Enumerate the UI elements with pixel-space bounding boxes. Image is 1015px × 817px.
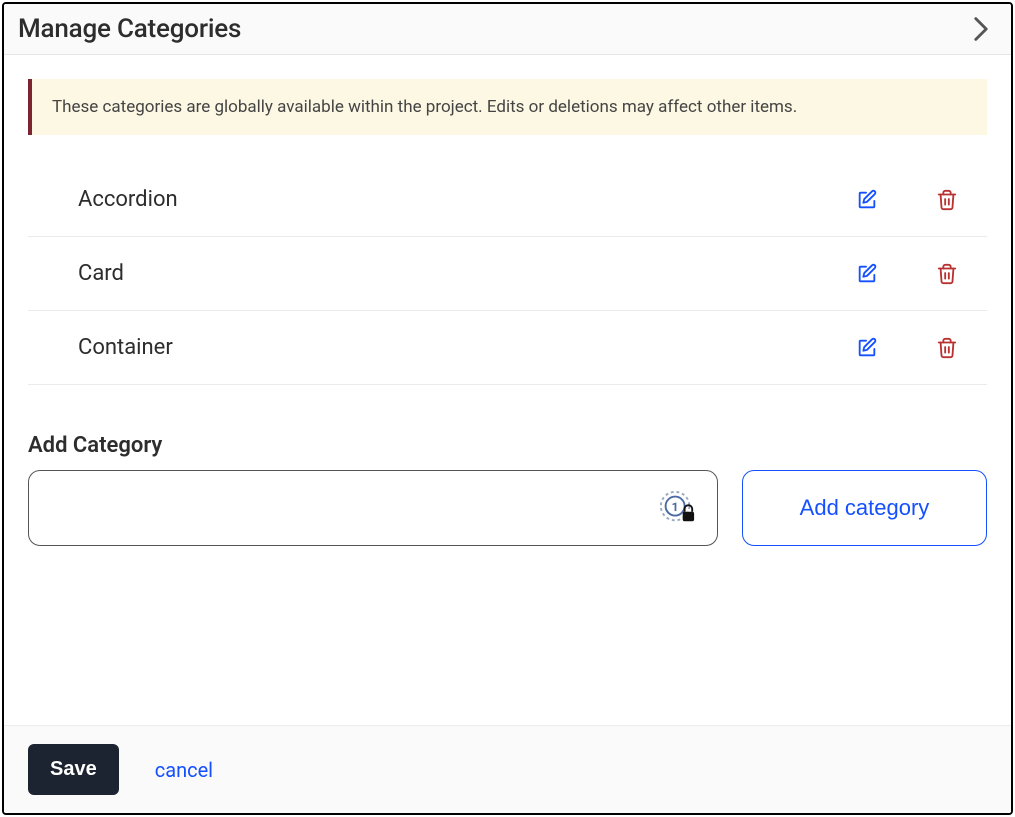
- info-alert: These categories are globally available …: [28, 79, 987, 135]
- category-list: Accordion: [28, 163, 987, 385]
- collapse-panel-button[interactable]: [967, 15, 995, 43]
- panel-title: Manage Categories: [18, 14, 241, 44]
- category-row: Card: [28, 236, 987, 310]
- category-name: Card: [28, 261, 855, 286]
- add-category-label: Add Category: [28, 433, 987, 458]
- trash-icon: [936, 337, 958, 359]
- row-actions: [855, 188, 987, 212]
- info-alert-text: These categories are globally available …: [52, 97, 797, 117]
- add-category-input-wrap: 1: [28, 470, 718, 546]
- chevron-right-icon: [972, 16, 990, 42]
- add-category-row: 1 Add category: [28, 470, 987, 546]
- edit-category-button[interactable]: [855, 336, 879, 360]
- edit-category-button[interactable]: [855, 262, 879, 286]
- add-category-button[interactable]: Add category: [742, 470, 987, 546]
- edit-category-button[interactable]: [855, 188, 879, 212]
- trash-icon: [936, 263, 958, 285]
- category-row: Accordion: [28, 163, 987, 236]
- row-actions: [855, 336, 987, 360]
- pencil-icon: [856, 263, 878, 285]
- category-row: Container: [28, 310, 987, 384]
- pencil-icon: [856, 189, 878, 211]
- manage-categories-panel: Manage Categories These categories are g…: [2, 2, 1013, 815]
- category-name: Accordion: [28, 187, 855, 212]
- row-actions: [855, 262, 987, 286]
- cancel-link[interactable]: cancel: [155, 758, 213, 782]
- delete-category-button[interactable]: [935, 262, 959, 286]
- delete-category-button[interactable]: [935, 188, 959, 212]
- save-button[interactable]: Save: [28, 744, 119, 795]
- trash-icon: [936, 189, 958, 211]
- panel-header: Manage Categories: [4, 4, 1011, 55]
- delete-category-button[interactable]: [935, 336, 959, 360]
- add-category-section: Add Category 1 Add category: [28, 433, 987, 546]
- category-name: Container: [28, 335, 855, 360]
- add-category-input[interactable]: [28, 470, 718, 546]
- pencil-icon: [856, 337, 878, 359]
- panel-body: These categories are globally available …: [4, 55, 1011, 725]
- panel-footer: Save cancel: [4, 725, 1011, 813]
